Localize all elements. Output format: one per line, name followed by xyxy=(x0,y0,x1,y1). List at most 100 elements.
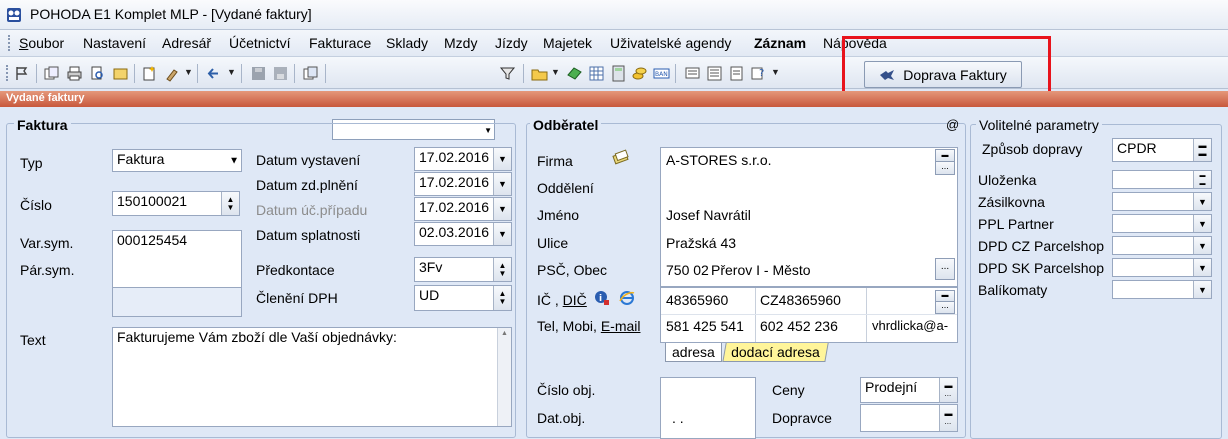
obec-value[interactable]: Přerov I - Město xyxy=(711,262,811,278)
calendar-dropdown-icon[interactable]: ▼ xyxy=(493,173,511,195)
folder-dropdown-icon[interactable]: ▼ xyxy=(551,67,560,77)
dpd-sk-select[interactable]: ▼ xyxy=(1112,258,1212,277)
menu-mzdy[interactable]: Mzdy xyxy=(444,35,477,51)
menu-adresar[interactable]: Adresář xyxy=(162,35,211,51)
ico-more-icon[interactable]: ... xyxy=(935,301,955,314)
parsym-input[interactable] xyxy=(112,287,242,317)
tab-dodaci-adresa[interactable]: dodací adresa xyxy=(722,343,829,362)
menu-nastaveni[interactable]: Nastavení xyxy=(83,35,146,51)
zpusob-dopravy-input[interactable]: CPDR ▬ ▬ xyxy=(1112,138,1212,162)
mobil-value[interactable]: 602 452 236 xyxy=(760,318,838,334)
datum-splatnosti-input[interactable]: 02.03.2016 ▼ xyxy=(414,222,512,246)
calculator-icon[interactable] xyxy=(610,65,627,82)
datum-vystaveni-input[interactable]: 17.02.2016 ▼ xyxy=(414,147,512,171)
duplicate-icon[interactable] xyxy=(302,65,319,82)
text-input[interactable]: Fakturujeme Vám zboží dle Vaší objednávk… xyxy=(112,327,512,427)
ulozenka-spin-icon[interactable]: ▬ ▬ xyxy=(1193,171,1211,188)
coins-icon[interactable] xyxy=(631,65,648,82)
chevron-down-icon[interactable]: ▼ xyxy=(229,155,239,166)
firma-value[interactable]: A-STORES s.r.o. xyxy=(666,152,772,168)
arrow-left-icon[interactable] xyxy=(205,65,222,82)
export-icon[interactable] xyxy=(112,65,129,82)
predkontace-input[interactable]: 3Fv ▲ ▼ xyxy=(414,257,512,282)
dopravce-spin-icon[interactable]: ▬... xyxy=(939,405,957,431)
ppl-partner-select[interactable]: ▼ xyxy=(1112,214,1212,233)
accounting-icon[interactable] xyxy=(566,65,583,82)
menu-ucetnictvi[interactable]: Účetnictví xyxy=(229,35,290,51)
menu-sklady[interactable]: Sklady xyxy=(386,35,428,51)
cleneni-input[interactable]: UD ▲ ▼ xyxy=(414,285,512,311)
clean-dropdown-icon[interactable]: ▼ xyxy=(184,67,193,77)
ares-lookup-icon[interactable]: i xyxy=(594,290,610,306)
list-icon[interactable] xyxy=(706,65,723,82)
menu-fakturace[interactable]: Fakturace xyxy=(309,35,371,51)
grid-icon[interactable] xyxy=(588,65,605,82)
help-dropdown-icon[interactable]: ▼ xyxy=(771,67,780,77)
obec-more-icon[interactable]: ... xyxy=(935,258,955,280)
ceny-input[interactable]: Prodejní ▬... xyxy=(860,377,958,403)
save-all-disabled-icon[interactable] xyxy=(272,65,289,82)
cislo-obj-input[interactable] xyxy=(660,377,756,439)
zpusob-spin-icon[interactable]: ▬ ▬ xyxy=(1193,139,1211,161)
clean-icon[interactable] xyxy=(164,65,181,82)
chevron-down-icon[interactable]: ▼ xyxy=(1193,193,1211,210)
cleneni-spin-icon[interactable]: ▲ ▼ xyxy=(493,286,511,310)
message-icon[interactable] xyxy=(684,65,701,82)
ulice-value[interactable]: Pražská 43 xyxy=(666,235,736,251)
menu-majetek[interactable]: Majetek xyxy=(543,35,592,51)
menu-uzivatelske-agendy[interactable]: Uživatelské agendy xyxy=(610,35,731,51)
menu-grip[interactable] xyxy=(8,35,11,51)
zasilkovna-select[interactable]: ▼ xyxy=(1112,192,1212,211)
help-icon[interactable]: ? xyxy=(750,65,767,82)
menu-zaznam[interactable]: Záznam xyxy=(754,35,806,51)
balikomaty-select[interactable]: ▼ xyxy=(1112,280,1212,299)
pohoda-app-icon[interactable] xyxy=(6,7,22,23)
email-link-icon[interactable]: @ xyxy=(946,117,959,132)
ic-value[interactable]: 48365960 xyxy=(666,292,728,308)
internet-explorer-icon[interactable] xyxy=(619,290,635,306)
menu-soubor[interactable]: Soubor xyxy=(19,35,64,51)
filter-icon[interactable] xyxy=(499,65,516,82)
dat-obj-value[interactable]: . . xyxy=(672,410,684,426)
address-book-icon[interactable] xyxy=(612,149,630,165)
text-scrollbar[interactable]: ▲ xyxy=(497,328,511,426)
datum-zdplneni-input[interactable]: 17.02.2016 ▼ xyxy=(414,172,512,196)
ulozenka-input[interactable]: ▬ ▬ xyxy=(1112,170,1212,189)
cislo-spin-icon[interactable]: ▲ ▼ xyxy=(221,192,239,215)
chevron-down-icon[interactable]: ▼ xyxy=(1193,281,1211,298)
iban-icon[interactable]: BAN xyxy=(653,65,670,82)
print-preview-icon[interactable] xyxy=(89,65,106,82)
tel-value[interactable]: 581 425 541 xyxy=(666,318,744,334)
new-record-icon[interactable] xyxy=(141,65,158,82)
jmeno-value[interactable]: Josef Navrátil xyxy=(666,207,751,223)
dic-value[interactable]: CZ48365960 xyxy=(760,292,841,308)
chevron-down-icon[interactable]: ▼ xyxy=(1193,237,1211,254)
toolbar-grip[interactable] xyxy=(6,65,9,81)
calendar-dropdown-icon[interactable]: ▼ xyxy=(493,148,511,170)
navigate-icon[interactable] xyxy=(14,65,31,82)
dopravce-input[interactable]: ▬... xyxy=(860,404,958,432)
psc-value[interactable]: 750 02 xyxy=(666,262,709,278)
cislo-input[interactable]: 150100021 ▲ ▼ xyxy=(112,191,240,216)
typ-select[interactable]: Faktura ▼ xyxy=(112,149,242,172)
history-dropdown-icon[interactable]: ▼ xyxy=(227,67,236,77)
save-disabled-icon[interactable] xyxy=(250,65,267,82)
predkontace-spin-icon[interactable]: ▲ ▼ xyxy=(493,258,511,281)
tab-adresa[interactable]: adresa xyxy=(665,343,722,362)
menu-jizdy[interactable]: Jízdy xyxy=(495,35,528,51)
email-label[interactable]: E-mail xyxy=(601,318,641,334)
dic-label[interactable]: DIČ xyxy=(563,292,587,308)
menu-napoveda[interactable]: Nápověda xyxy=(823,35,887,51)
firma-more-icon[interactable]: ... xyxy=(935,162,955,175)
dpd-cz-select[interactable]: ▼ xyxy=(1112,236,1212,255)
calendar-dropdown-icon[interactable]: ▼ xyxy=(493,198,511,220)
scroll-up-icon[interactable]: ▲ xyxy=(501,330,508,337)
folder-icon[interactable] xyxy=(531,65,548,82)
print-icon[interactable] xyxy=(66,65,83,82)
email-value[interactable]: vhrdlicka@a- xyxy=(872,318,948,333)
document-icon[interactable] xyxy=(728,65,745,82)
doprava-faktury-button[interactable]: Doprava Faktury xyxy=(864,61,1022,88)
ceny-spin-icon[interactable]: ▬... xyxy=(939,378,957,402)
firma-label[interactable]: Firma xyxy=(537,153,573,169)
copy-record-icon[interactable] xyxy=(43,65,60,82)
